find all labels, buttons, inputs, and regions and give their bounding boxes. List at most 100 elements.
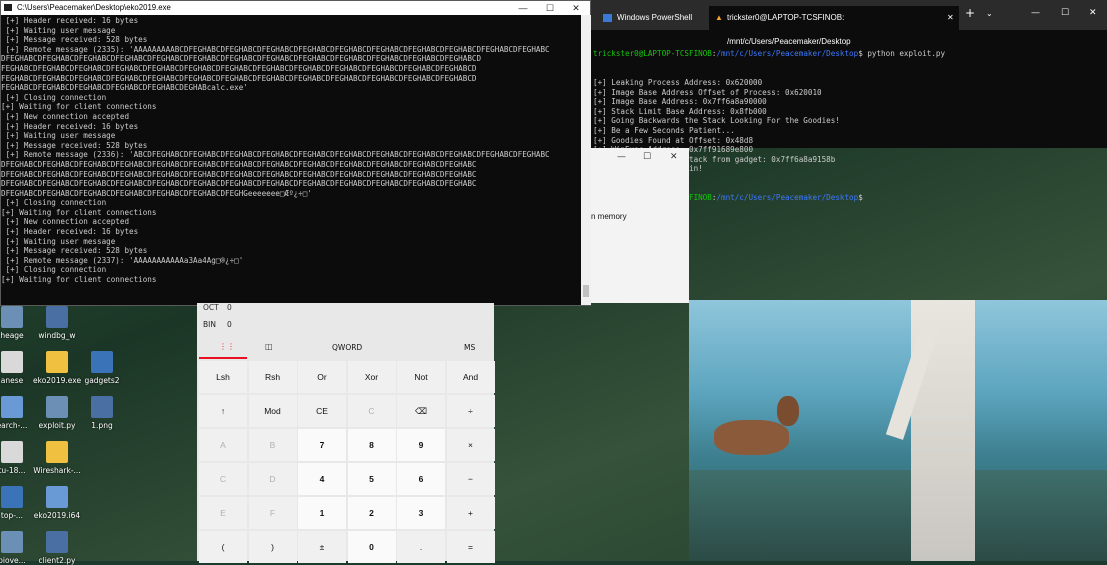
calc-key[interactable]: CE — [298, 395, 346, 427]
file-icon — [1, 306, 23, 328]
dropdown-button[interactable]: ⌄ — [986, 9, 993, 18]
calc-key[interactable]: 8 — [347, 429, 396, 461]
cmd-line: DFEGHABCDFEGHABCDFEGHABCDFEGHABCDFEGHABC… — [1, 179, 477, 189]
cmd-line: [+] Closing connection — [1, 265, 107, 275]
deer-photo — [689, 300, 1107, 561]
calc-key[interactable]: ) — [248, 531, 297, 563]
desktop-icon[interactable]: anese — [0, 351, 36, 385]
calc-key[interactable]: Or — [298, 361, 346, 393]
desktop-icon-label: exploit.py — [38, 421, 76, 430]
desktop-icon-label: windbg_w — [38, 331, 76, 340]
desktop-icon[interactable]: windbg_w — [33, 306, 81, 340]
bin-value: 0 — [227, 320, 232, 329]
desktop-icon[interactable]: eko2019.exe — [33, 351, 81, 385]
minimize-button[interactable]: — — [509, 1, 537, 15]
file-icon — [46, 351, 68, 373]
calc-key[interactable]: Lsh — [199, 361, 247, 393]
file-icon — [91, 396, 113, 418]
calc-key[interactable]: 6 — [397, 463, 445, 495]
desktop-icon[interactable]: piove... — [0, 531, 36, 565]
cmd-line: FEGHABCDFEGHABCDFEGHABCDFEGHABCDFEGHABCD… — [1, 63, 477, 73]
desktop-icon-label: anese — [0, 376, 24, 385]
calc-key[interactable]: 5 — [347, 463, 396, 495]
tab-close-icon[interactable]: ✕ — [947, 6, 954, 30]
calc-key[interactable]: 2 — [347, 497, 396, 529]
calc-key[interactable]: B — [248, 429, 297, 461]
desktop-icon[interactable]: top-... — [0, 486, 36, 520]
calc-key[interactable]: Not — [397, 361, 445, 393]
calc-key[interactable]: E — [199, 497, 247, 529]
desktop-icon[interactable]: eko2019.i64 — [33, 486, 81, 520]
file-icon — [46, 441, 68, 463]
memory-store-button[interactable]: MS — [464, 343, 475, 352]
calc-key[interactable]: Rsh — [248, 361, 297, 393]
calc-key[interactable]: ↑ — [199, 395, 247, 427]
cmd-line: [+] Waiting for client connections — [1, 207, 157, 217]
cmd-scrollbar[interactable] — [581, 15, 591, 305]
calc-key[interactable]: × — [446, 429, 495, 461]
calc-key[interactable]: ± — [298, 531, 346, 563]
calc-key[interactable]: 1 — [298, 497, 346, 529]
calc-key[interactable]: And — [446, 361, 495, 393]
calc-key[interactable]: A — [199, 429, 247, 461]
close-button[interactable]: ✕ — [1089, 8, 1097, 18]
terminal-window[interactable]: Windows PowerShell ▲ trickster0@LAPTOP-T… — [591, 0, 1107, 202]
calc-key[interactable]: ⌫ — [397, 395, 445, 427]
calc-key[interactable]: = — [446, 531, 495, 563]
calc-key[interactable]: 7 — [298, 429, 346, 461]
cmd-line: [+] Closing connection — [1, 92, 107, 102]
calc-key[interactable]: Mod — [248, 395, 297, 427]
close-button[interactable]: ✕ — [670, 152, 678, 162]
cmd-line: [+] Waiting for client connections — [1, 275, 157, 285]
calc-key[interactable]: ( — [199, 531, 247, 563]
maximize-button[interactable]: ☐ — [643, 152, 651, 162]
desktop-icon[interactable]: gadgets2 — [78, 351, 126, 385]
calc-key[interactable]: F — [248, 497, 297, 529]
prompt-user: trickster0@LAPTOP-TCSFINOB — [593, 49, 712, 59]
prompt-path: /mnt/c/Users/Peacemaker/Desktop — [716, 49, 859, 59]
desktop-icon[interactable]: exploit.py — [33, 396, 81, 430]
calc-key[interactable]: 3 — [397, 497, 445, 529]
calc-key[interactable]: D — [248, 463, 297, 495]
memory-window[interactable]: — ☐ ✕ n memory — [591, 148, 689, 303]
file-icon — [91, 351, 113, 373]
desktop-icon[interactable]: earch-... — [0, 396, 36, 430]
desktop-icon[interactable]: 1.png — [78, 396, 126, 430]
calc-key[interactable]: − — [446, 463, 495, 495]
calculator[interactable]: OCT 0 BIN 0 ⋮⋮ ◫ QWORD MS Lsh Rsh Or Xor Not… — [197, 303, 495, 563]
calc-key[interactable]: C — [347, 395, 396, 427]
new-tab-button[interactable]: + — [965, 6, 975, 20]
tab-powershell[interactable]: Windows PowerShell — [599, 6, 707, 30]
desktop-icon[interactable]: Wireshark-... — [33, 441, 81, 475]
calc-key[interactable]: 4 — [298, 463, 346, 495]
desktop-icon[interactable]: client2.py — [33, 531, 81, 565]
scrollbar-thumb[interactable] — [583, 285, 589, 297]
calc-key[interactable]: + — [446, 497, 495, 529]
cmd-icon — [4, 4, 12, 11]
tab-wsl[interactable]: ▲ trickster0@LAPTOP-TCSFINOB: /mnt/c/Use… — [709, 6, 959, 46]
powershell-icon — [603, 14, 612, 22]
cmd-line: [+] Waiting user message — [1, 236, 116, 246]
keypad-tab[interactable]: ⋮⋮ — [199, 337, 247, 359]
memory-text: n memory — [591, 212, 627, 221]
close-button[interactable]: ✕ — [562, 1, 590, 15]
cmd-titlebar[interactable]: C:\Users\Peacemaker\Desktop\eko2019.exe … — [1, 1, 590, 15]
bit-toggle-icon[interactable]: ◫ — [265, 342, 273, 351]
minimize-button[interactable]: — — [617, 152, 626, 162]
calc-key[interactable]: 9 — [397, 429, 445, 461]
maximize-button[interactable]: ☐ — [1061, 8, 1069, 18]
calc-key[interactable]: Xor — [347, 361, 396, 393]
minimize-button[interactable]: — — [1031, 8, 1040, 18]
maximize-button[interactable]: ☐ — [536, 1, 564, 15]
cmd-line: [+] Waiting user message — [1, 131, 116, 141]
cmd-line: [+] New connection accepted — [1, 217, 130, 227]
calc-key[interactable]: . — [397, 531, 445, 563]
cmd-line: [+] Remote message (2337): 'AAAAAAAAAAAa… — [1, 255, 244, 265]
desktop-icon[interactable]: heage — [0, 306, 36, 340]
calc-key[interactable]: C — [199, 463, 247, 495]
word-size-button[interactable]: QWORD — [332, 343, 362, 352]
cmd-window[interactable]: C:\Users\Peacemaker\Desktop\eko2019.exe … — [0, 0, 591, 306]
calc-key[interactable]: ÷ — [446, 395, 495, 427]
calc-key[interactable]: 0 — [347, 531, 396, 563]
desktop-icon[interactable]: tu-18... — [0, 441, 36, 475]
